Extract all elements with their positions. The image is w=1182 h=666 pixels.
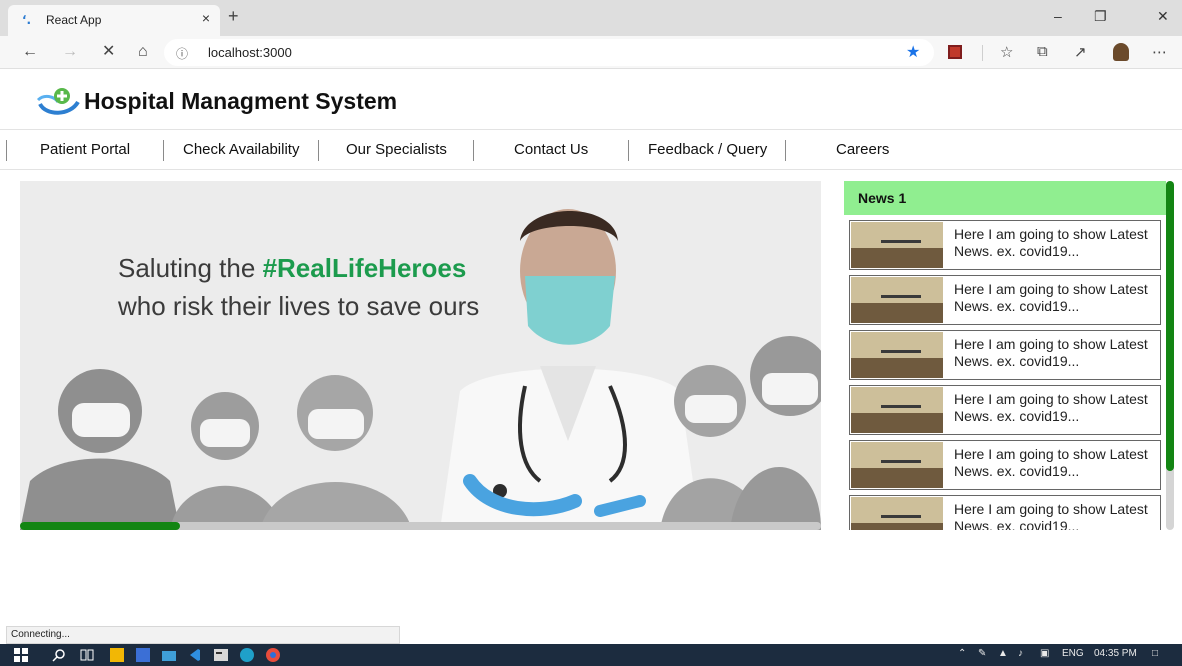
app-icon[interactable]	[136, 648, 150, 662]
new-tab-button[interactable]: +	[228, 6, 239, 27]
hero-hashtag: #RealLifeHeroes	[262, 253, 467, 283]
info-icon[interactable]: ⓘ	[176, 45, 188, 62]
back-arrow-icon[interactable]: ←	[22, 43, 38, 61]
hero-illustration	[20, 181, 821, 530]
browser-tab-bar: ʻ. React App × + – ❐ ✕	[0, 0, 1182, 36]
favorites-icon[interactable]: ☆	[1000, 43, 1013, 61]
chrome-icon[interactable]	[266, 648, 280, 662]
hospital-logo-icon	[36, 88, 80, 115]
news-title: News 1	[858, 190, 907, 206]
language-indicator[interactable]: ENG	[1062, 648, 1084, 659]
news-item-text: Here I am going to show Latest News. ex.…	[954, 391, 1148, 424]
volume-icon[interactable]: ♪	[1018, 648, 1023, 659]
tray-chevron-icon[interactable]: ⌃	[958, 648, 966, 659]
news-thumbnail	[851, 277, 943, 323]
clock-time[interactable]: 04:35 PM	[1094, 648, 1137, 659]
carousel-progress-track[interactable]	[20, 522, 821, 530]
news-item-text: Here I am going to show Latest News. ex.…	[954, 281, 1148, 314]
main-nav: Patient Portal Check Availability Our Sp…	[0, 129, 1182, 170]
nav-check-availability[interactable]: Check Availability	[183, 141, 299, 158]
file-explorer-icon[interactable]	[162, 648, 176, 662]
task-view-icon[interactable]	[80, 648, 94, 662]
terminal-icon[interactable]	[214, 648, 228, 662]
news-thumbnail	[851, 387, 943, 433]
tab-title: React App	[46, 13, 102, 27]
extension-icon[interactable]	[948, 45, 962, 59]
nav-our-specialists[interactable]: Our Specialists	[346, 141, 447, 158]
tab-close-button[interactable]: ×	[202, 10, 210, 26]
search-icon[interactable]	[52, 648, 66, 662]
close-window-icon[interactable]: ✕	[1157, 8, 1169, 25]
hero-headline-prefix: Saluting the	[118, 253, 263, 283]
battery-icon[interactable]: ▣	[1040, 648, 1049, 659]
site-title: Hospital Managment System	[84, 88, 398, 114]
windows-taskbar: ⌃ ✎ ▲ ♪ ▣ ENG 04:35 PM □	[0, 644, 1182, 666]
news-thumbnail	[851, 332, 943, 378]
news-item[interactable]: Here I am going to show Latest News. ex.…	[849, 220, 1161, 270]
carousel-progress-fill	[20, 522, 181, 530]
nav-patient-portal[interactable]: Patient Portal	[40, 141, 130, 158]
news-item[interactable]: Here I am going to show Latest News. ex.…	[849, 440, 1161, 490]
network-icon[interactable]: ▲	[998, 648, 1008, 659]
more-options-icon[interactable]: ⋯	[1152, 43, 1167, 61]
favorite-star-icon[interactable]: ★	[906, 42, 920, 62]
nav-divider	[785, 140, 786, 161]
home-icon[interactable]: ⌂	[138, 43, 148, 61]
profile-avatar-icon[interactable]	[1113, 43, 1129, 61]
toolbar-divider	[982, 45, 983, 61]
vscode-icon[interactable]	[188, 648, 202, 662]
browser-toolbar: ← → ✕ ⌂ ⓘ localhost:3000 ★ ☆ ⧉ ↗ ⋯	[0, 36, 1182, 69]
address-bar[interactable]: ⓘ localhost:3000	[164, 39, 934, 66]
news-header: News 1	[844, 181, 1166, 215]
collections-icon[interactable]: ⧉	[1037, 43, 1048, 60]
hero-banner: Saluting the #RealLifeHeroes who risk th…	[20, 181, 821, 530]
pen-icon[interactable]: ✎	[978, 648, 986, 659]
news-scrollbar-thumb[interactable]	[1166, 181, 1174, 471]
news-scrollbar[interactable]	[1166, 181, 1174, 530]
nav-divider	[6, 140, 7, 161]
hero-headline-line1: Saluting the #RealLifeHeroes	[118, 253, 466, 284]
news-item[interactable]: Here I am going to show Latest News. ex.…	[849, 330, 1161, 380]
browser-tab[interactable]: ʻ. React App ×	[8, 5, 220, 36]
edge-icon[interactable]	[240, 648, 254, 662]
news-thumbnail	[851, 497, 943, 530]
news-item[interactable]: Here I am going to show Latest News. ex.…	[849, 385, 1161, 435]
news-item-text: Here I am going to show Latest News. ex.…	[954, 336, 1148, 369]
news-item[interactable]: Here I am going to show Latest News. ex.…	[849, 275, 1161, 325]
browser-status-text: Connecting...	[6, 626, 400, 644]
nav-careers[interactable]: Careers	[836, 141, 889, 158]
forward-arrow-icon[interactable]: →	[62, 43, 78, 61]
react-favicon-icon: ʻ.	[22, 13, 32, 27]
news-panel: News 1 Here I am going to show Latest Ne…	[844, 181, 1174, 530]
news-list: Here I am going to show Latest News. ex.…	[844, 215, 1166, 530]
news-item-text: Here I am going to show Latest News. ex.…	[954, 501, 1148, 530]
nav-divider	[163, 140, 164, 161]
restore-icon[interactable]: ❐	[1094, 8, 1107, 25]
nav-divider	[318, 140, 319, 161]
news-item[interactable]: Here I am going to show Latest News. ex.…	[849, 495, 1161, 530]
news-item-text: Here I am going to show Latest News. ex.…	[954, 446, 1148, 479]
screen: ʻ. React App × + – ❐ ✕ ← → ✕ ⌂ ⓘ localho…	[0, 0, 1182, 666]
url-text[interactable]: localhost:3000	[208, 45, 292, 60]
hero-headline-line2: who risk their lives to save ours	[118, 291, 480, 321]
nav-divider	[473, 140, 474, 161]
nav-divider	[628, 140, 629, 161]
nav-feedback-query[interactable]: Feedback / Query	[648, 141, 767, 158]
news-thumbnail	[851, 222, 943, 268]
windows-start-icon[interactable]	[14, 648, 28, 662]
nav-contact-us[interactable]: Contact Us	[514, 141, 588, 158]
stop-icon[interactable]: ✕	[102, 43, 115, 61]
news-item-text: Here I am going to show Latest News. ex.…	[954, 226, 1148, 259]
notifications-icon[interactable]: □	[1152, 648, 1158, 659]
share-icon[interactable]: ↗	[1074, 43, 1087, 61]
news-thumbnail	[851, 442, 943, 488]
sticky-notes-icon[interactable]	[110, 648, 124, 662]
minimize-icon[interactable]: –	[1054, 8, 1062, 24]
